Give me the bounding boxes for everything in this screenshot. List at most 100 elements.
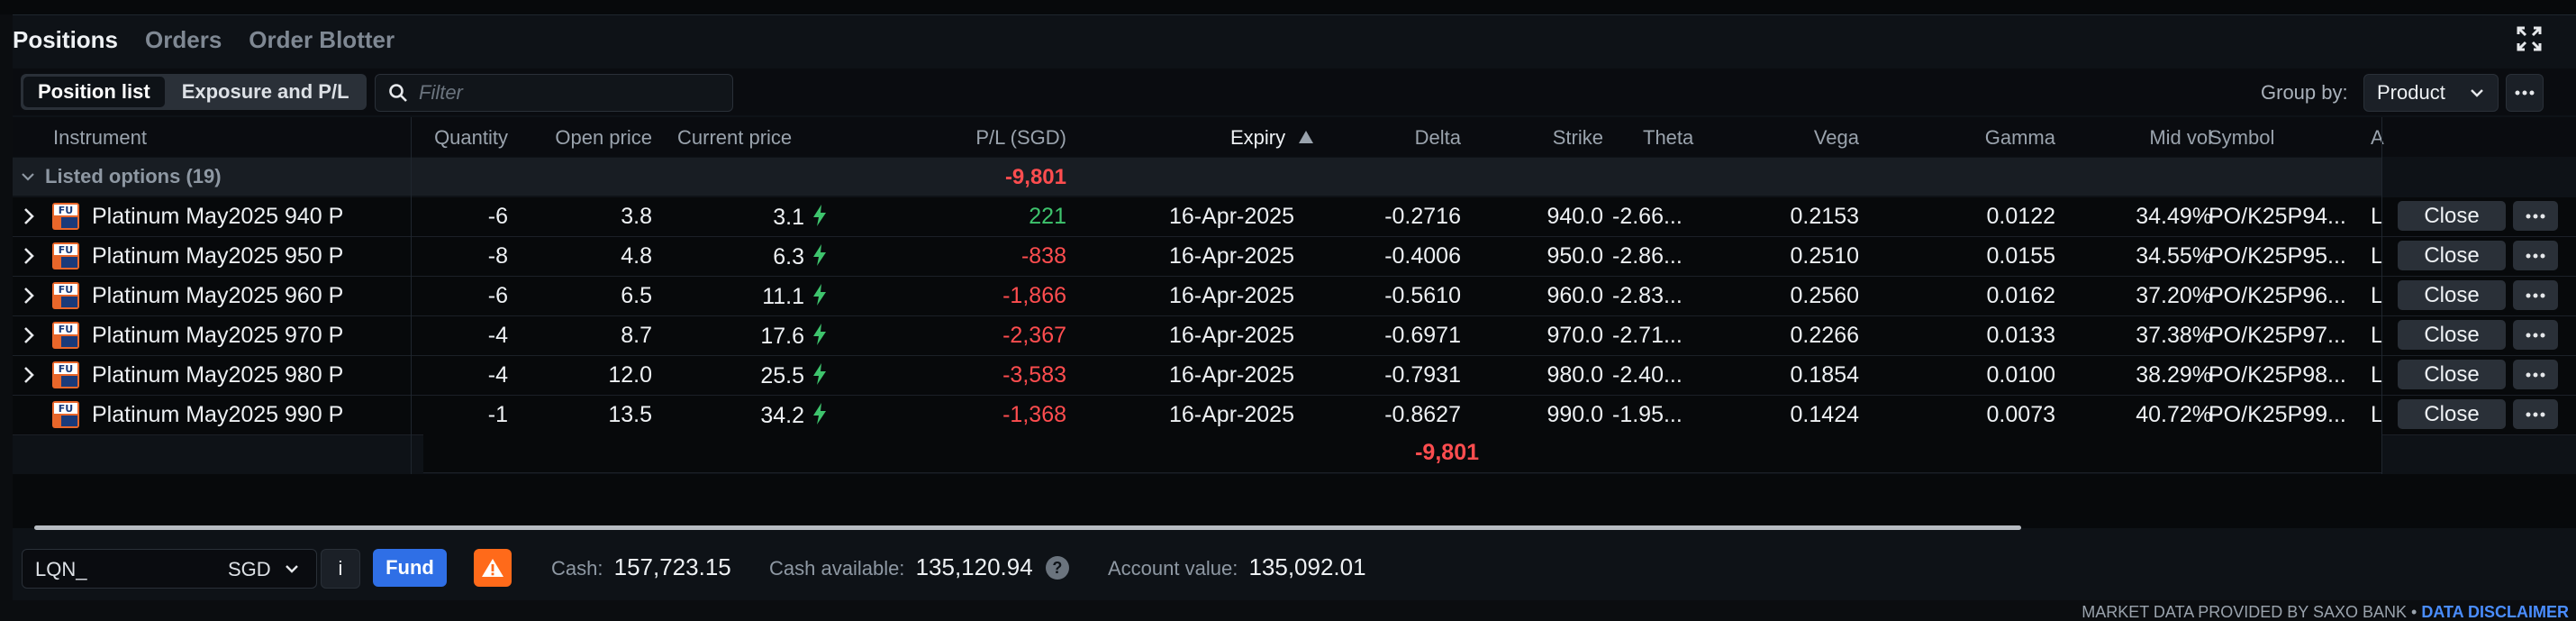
cell-theta: -1.95... bbox=[1612, 402, 1683, 427]
col-current-price[interactable]: Current price bbox=[677, 126, 792, 150]
cell-symbol: PO/K25P94... bbox=[2209, 204, 2346, 229]
cell-pl: -1,866 bbox=[1002, 283, 1066, 308]
cell-pl: -1,368 bbox=[1002, 402, 1066, 427]
view-exposure-pl[interactable]: Exposure and P/L bbox=[168, 77, 364, 107]
col-vega[interactable]: Vega bbox=[1814, 126, 1859, 150]
cell-instrument[interactable]: Platinum May2025 960 P bbox=[92, 283, 343, 309]
cell-symbol: PO/K25P95... bbox=[2209, 243, 2346, 269]
tab-order-blotter[interactable]: Order Blotter bbox=[249, 26, 395, 54]
cell-instrument[interactable]: Platinum May2025 970 P bbox=[92, 323, 343, 349]
tab-orders[interactable]: Orders bbox=[145, 26, 222, 54]
close-position-button[interactable]: Close bbox=[2398, 280, 2506, 310]
cell-quantity: -8 bbox=[487, 243, 508, 269]
cell-instrument[interactable]: Platinum May2025 950 P bbox=[92, 243, 343, 269]
tab-positions[interactable]: Positions bbox=[13, 26, 118, 54]
col-quantity[interactable]: Quantity bbox=[434, 126, 508, 150]
col-delta[interactable]: Delta bbox=[1415, 126, 1461, 150]
col-open-price[interactable]: Open price bbox=[555, 126, 652, 150]
cell-pl: -2,367 bbox=[1002, 323, 1066, 348]
futures-option-icon: FU bbox=[52, 322, 79, 349]
chevron-down-icon bbox=[284, 561, 300, 581]
current-price-value: 3.1 bbox=[773, 205, 804, 230]
close-position-button[interactable]: Close bbox=[2398, 360, 2506, 389]
col-theta[interactable]: Theta bbox=[1643, 126, 1693, 150]
col-instrument[interactable]: Instrument bbox=[53, 126, 147, 150]
close-position-button[interactable]: Close bbox=[2398, 320, 2506, 350]
row-more-button[interactable] bbox=[2513, 280, 2558, 310]
futures-option-icon: FU bbox=[52, 401, 79, 428]
table-row[interactable]: FU Platinum May2025 950 P 6.3 -8 4.8 -838 16-A… bbox=[13, 237, 2576, 277]
col-pl[interactable]: P/L (SGD) bbox=[975, 126, 1066, 150]
row-more-button[interactable] bbox=[2513, 320, 2558, 350]
view-position-list[interactable]: Position list bbox=[23, 77, 165, 107]
close-position-button[interactable]: Close bbox=[2398, 399, 2506, 429]
futures-option-icon: FU bbox=[52, 361, 79, 388]
cell-instrument[interactable]: Platinum May2025 990 P bbox=[92, 402, 343, 428]
chevron-right-icon[interactable] bbox=[20, 206, 38, 233]
cell-current-price: 34.2 bbox=[760, 402, 828, 432]
table-row[interactable]: FU Platinum May2025 960 P 11.1 -6 6.5 -1,866 1… bbox=[13, 277, 2576, 316]
row-more-button[interactable] bbox=[2513, 360, 2558, 389]
group-by-select[interactable]: Product bbox=[2363, 74, 2499, 112]
cell-symbol: PO/K25P96... bbox=[2209, 283, 2346, 308]
table-row[interactable]: FU Platinum May2025 940 P 3.1 -6 3.8 221 16-Ap… bbox=[13, 197, 2576, 237]
cell-delta: -0.7931 bbox=[1384, 362, 1461, 388]
positions-app: Positions Orders Order Blotter Position … bbox=[0, 0, 2576, 621]
cell-theta: -2.86... bbox=[1612, 243, 1683, 269]
cell-expiry: 16-Apr-2025 bbox=[1169, 243, 1294, 269]
fullscreen-icon[interactable] bbox=[2515, 24, 2544, 53]
filter-input[interactable] bbox=[417, 80, 709, 105]
fund-button[interactable]: Fund bbox=[373, 549, 447, 587]
row-more-button[interactable] bbox=[2513, 201, 2558, 231]
group-pl-total: -9,801 bbox=[1004, 165, 1066, 189]
chevron-right-icon[interactable] bbox=[20, 365, 38, 391]
group-label: Listed options (19) bbox=[45, 165, 222, 187]
cell-delta: -0.8627 bbox=[1384, 402, 1461, 427]
close-position-button[interactable]: Close bbox=[2398, 201, 2506, 231]
account-select[interactable]: LQN_ SGD bbox=[22, 549, 317, 589]
account-id: LQN_ bbox=[35, 558, 87, 580]
data-disclaimer-link[interactable]: DATA DISCLAIMER bbox=[2421, 603, 2569, 621]
cell-mid-vol: 38.29% bbox=[2136, 362, 2212, 388]
cell-current-price: 11.1 bbox=[762, 283, 828, 313]
column-divider bbox=[411, 117, 412, 474]
col-gamma[interactable]: Gamma bbox=[1985, 126, 2055, 150]
cell-vega: 0.1854 bbox=[1790, 362, 1859, 388]
cell-vega: 0.2560 bbox=[1790, 283, 1859, 308]
cell-gamma: 0.0100 bbox=[1986, 362, 2055, 388]
warning-button[interactable] bbox=[474, 549, 512, 587]
cell-gamma: 0.0122 bbox=[1986, 204, 2055, 229]
account-currency: SGD bbox=[228, 558, 271, 580]
col-mid-vol[interactable]: Mid vol bbox=[2149, 126, 2212, 150]
col-expiry[interactable]: Expiry bbox=[1230, 126, 1314, 150]
cash-value: 157,723.15 bbox=[613, 553, 731, 580]
filter-box bbox=[375, 74, 733, 112]
table-row[interactable]: FU Platinum May2025 980 P 25.5 -4 12.0 -3,583… bbox=[13, 356, 2576, 396]
account-info-button[interactable]: i bbox=[321, 549, 360, 589]
col-strike[interactable]: Strike bbox=[1553, 126, 1603, 150]
row-more-button[interactable] bbox=[2513, 399, 2558, 429]
horizontal-scrollbar[interactable] bbox=[34, 525, 2021, 530]
current-price-value: 6.3 bbox=[773, 244, 804, 269]
table-row[interactable]: FU Platinum May2025 970 P 17.6 -4 8.7 -2,367 1… bbox=[13, 316, 2576, 356]
cell-instrument[interactable]: Platinum May2025 980 P bbox=[92, 362, 343, 388]
cell-instrument[interactable]: Platinum May2025 940 P bbox=[92, 204, 343, 230]
close-position-button[interactable]: Close bbox=[2398, 241, 2506, 270]
table-row[interactable]: FU Platinum May2025 990 P 34.2 -1 13.5 -1,368… bbox=[13, 396, 2576, 435]
row-more-button[interactable] bbox=[2513, 241, 2558, 270]
chevron-right-icon[interactable] bbox=[20, 246, 38, 272]
more-options-button[interactable] bbox=[2506, 74, 2544, 112]
cell-vega: 0.1424 bbox=[1790, 402, 1859, 427]
group-row-listed-options[interactable]: Listed options (19) -9,801 bbox=[13, 158, 2381, 196]
account-value: 135,092.01 bbox=[1248, 553, 1366, 580]
cell-delta: -0.6971 bbox=[1384, 323, 1461, 348]
cell-expiry: 16-Apr-2025 bbox=[1169, 362, 1294, 388]
chevron-right-icon[interactable] bbox=[20, 286, 38, 312]
cell-strike: 990.0 bbox=[1547, 402, 1603, 427]
help-icon[interactable]: ? bbox=[1045, 556, 1069, 580]
cell-theta: -2.40... bbox=[1612, 362, 1683, 388]
chevron-down-icon[interactable] bbox=[20, 169, 36, 189]
col-symbol[interactable]: Symbol bbox=[2209, 126, 2274, 150]
cell-gamma: 0.0073 bbox=[1986, 402, 2055, 427]
chevron-right-icon[interactable] bbox=[20, 325, 38, 352]
